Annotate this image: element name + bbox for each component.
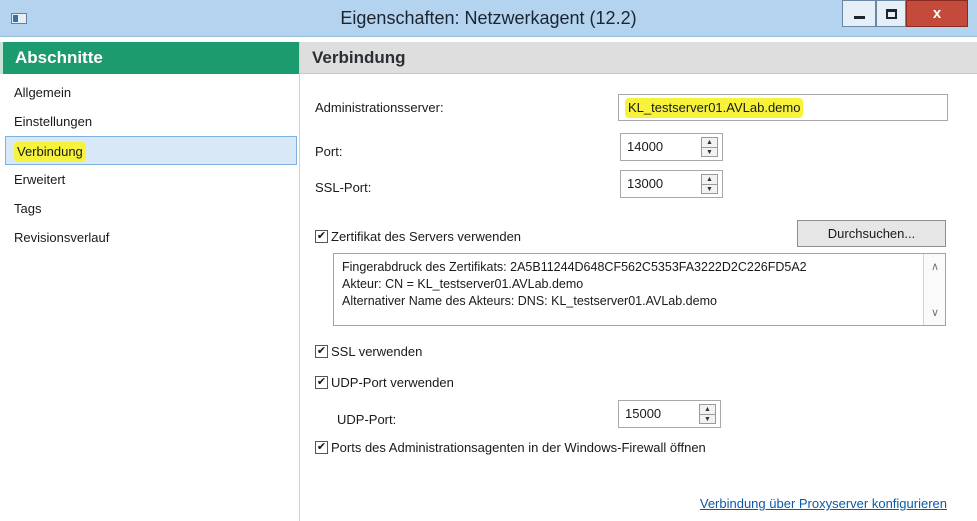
udp-port-spin-buttons[interactable]: ▲ ▼ xyxy=(699,404,716,424)
maximize-button[interactable] xyxy=(876,0,906,27)
ssl-port-value: 13000 xyxy=(627,176,664,191)
spin-up-icon[interactable]: ▲ xyxy=(702,175,717,184)
title-bar[interactable]: Eigenschaften: Netzwerkagent (12.2) x xyxy=(0,0,977,37)
page-title: Verbindung xyxy=(300,42,977,74)
cert-scrollbar[interactable]: ∧ ∨ xyxy=(923,254,945,325)
connection-settings-panel: Administrationsserver: KL_testserver01.A… xyxy=(300,74,977,521)
spin-up-icon[interactable]: ▲ xyxy=(700,405,715,414)
udp-port-stepper[interactable]: 15000 ▲ ▼ xyxy=(618,400,721,428)
close-icon: x xyxy=(932,5,942,22)
minimize-icon xyxy=(853,16,865,19)
sidebar-header: Abschnitte xyxy=(0,42,299,74)
sidebar-item-label: Allgemein xyxy=(14,85,72,100)
use-udp-label: UDP-Port verwenden xyxy=(331,375,454,390)
admin-server-field[interactable]: KL_testserver01.AVLab.demo xyxy=(618,94,948,121)
cert-alt-name: Alternativer Name des Akteurs: DNS: KL_t… xyxy=(342,294,717,308)
port-value: 14000 xyxy=(627,139,664,154)
use-server-cert-checkbox[interactable]: ✔ Zertifikat des Servers verwenden xyxy=(315,229,521,244)
port-stepper[interactable]: 14000 ▲ ▼ xyxy=(620,133,723,161)
minimize-button[interactable] xyxy=(842,0,876,27)
cert-subject: Akteur: CN = KL_testserver01.AVLab.demo xyxy=(342,277,584,291)
admin-server-value: KL_testserver01.AVLab.demo xyxy=(625,98,804,118)
port-spin-buttons[interactable]: ▲ ▼ xyxy=(701,137,718,157)
sidebar-item-allgemein[interactable]: Allgemein xyxy=(0,78,299,107)
spin-up-icon[interactable]: ▲ xyxy=(702,138,717,147)
check-icon[interactable]: ✔ xyxy=(315,345,328,358)
maximize-icon xyxy=(885,8,897,19)
check-icon[interactable]: ✔ xyxy=(315,441,328,454)
sidebar-item-revisionsverlauf[interactable]: Revisionsverlauf xyxy=(0,223,299,252)
spin-down-icon[interactable]: ▼ xyxy=(702,147,717,156)
firewall-ports-label: Ports des Administrationsagenten in der … xyxy=(331,440,706,455)
udp-port-value: 15000 xyxy=(625,406,662,421)
use-ssl-label: SSL verwenden xyxy=(331,344,423,359)
sidebar-item-label: Verbindung xyxy=(14,142,86,162)
firewall-ports-checkbox[interactable]: ✔ Ports des Administrationsagenten in de… xyxy=(315,440,706,455)
use-server-cert-label: Zertifikat des Servers verwenden xyxy=(331,229,522,244)
sidebar-item-erweitert[interactable]: Erweitert xyxy=(0,165,299,194)
sidebar-item-tags[interactable]: Tags xyxy=(0,194,299,223)
ssl-port-spin-buttons[interactable]: ▲ ▼ xyxy=(701,174,718,194)
admin-server-label: Administrationsserver: xyxy=(315,100,444,115)
scroll-up-icon[interactable]: ∧ xyxy=(924,259,946,276)
window-title: Eigenschaften: Netzwerkagent (12.2) xyxy=(340,8,637,28)
ssl-port-stepper[interactable]: 13000 ▲ ▼ xyxy=(620,170,723,198)
sidebar-item-label: Revisionsverlauf xyxy=(14,230,110,245)
proxy-config-link[interactable]: Verbindung über Proxyserver konfiguriere… xyxy=(700,496,947,511)
use-ssl-checkbox[interactable]: ✔ SSL verwenden xyxy=(315,344,422,359)
udp-port-label: UDP-Port: xyxy=(337,412,397,427)
browse-button[interactable]: Durchsuchen... xyxy=(797,220,946,247)
certificate-info-box[interactable]: Fingerabdruck des Zertifikats: 2A5B11244… xyxy=(333,253,946,326)
spin-down-icon[interactable]: ▼ xyxy=(700,414,715,423)
cert-fingerprint: Fingerabdruck des Zertifikats: 2A5B11244… xyxy=(342,260,807,274)
spin-down-icon[interactable]: ▼ xyxy=(702,184,717,193)
scroll-down-icon[interactable]: ∨ xyxy=(924,305,946,322)
check-icon[interactable]: ✔ xyxy=(315,230,328,243)
sidebar-item-label: Einstellungen xyxy=(14,114,93,129)
ssl-port-label: SSL-Port: xyxy=(315,180,372,195)
sidebar-item-verbindung[interactable]: Verbindung xyxy=(5,136,297,165)
port-label: Port: xyxy=(315,144,343,159)
sidebar-item-einstellungen[interactable]: Einstellungen xyxy=(0,107,299,136)
close-button[interactable]: x xyxy=(906,0,968,27)
sections-sidebar: Abschnitte Allgemein Einstellungen Verbi… xyxy=(0,42,300,521)
check-icon[interactable]: ✔ xyxy=(315,376,328,389)
use-udp-checkbox[interactable]: ✔ UDP-Port verwenden xyxy=(315,375,454,390)
sidebar-item-label: Erweitert xyxy=(14,172,66,187)
sidebar-item-label: Tags xyxy=(14,201,42,216)
